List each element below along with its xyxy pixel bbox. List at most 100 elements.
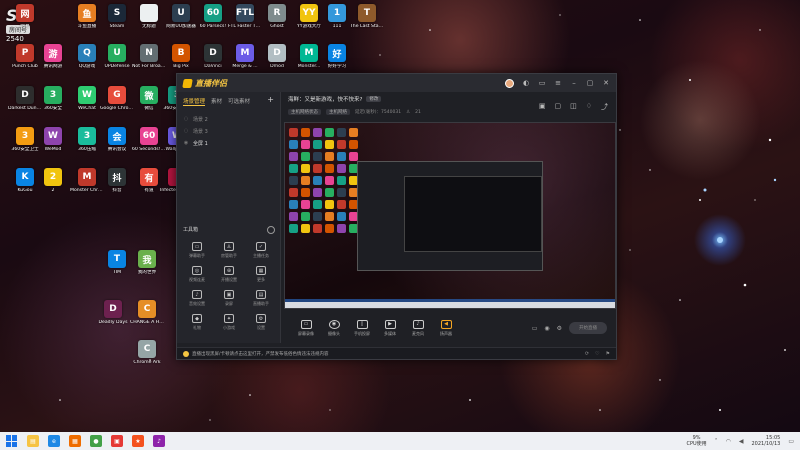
tab-materials[interactable]: 素材	[211, 97, 222, 106]
chrome-taskbar-icon[interactable]: ●	[90, 435, 102, 447]
sidebar-tabs: 场景管理 素材 可选素材 +	[177, 92, 280, 111]
app-3-taskbar-icon[interactable]: ▦	[69, 435, 81, 447]
eye-icon[interactable]: ◉	[183, 140, 189, 146]
desktop-icon[interactable]: 会腾讯会议	[100, 127, 134, 167]
close-button[interactable]: ✕	[602, 79, 610, 87]
toolbox-item[interactable]: ♙ 房管助手	[213, 242, 245, 259]
app-6-taskbar-icon[interactable]: ★	[132, 435, 144, 447]
start-button[interactable]	[6, 435, 18, 447]
desktop-icon[interactable]: N Not For Broad...	[132, 44, 166, 84]
phone-cast-button[interactable]: ▯ 手机投屏	[348, 319, 376, 337]
edge-taskbar-icon[interactable]: e	[48, 435, 60, 447]
toolbox-item[interactable]: ◆ 礼物	[181, 314, 213, 331]
eye-toggle-icon[interactable]: ◉	[544, 325, 549, 332]
toolbox-item[interactable]: ▭ 弹幕助手	[181, 242, 213, 259]
toolbox-settings-icon[interactable]	[267, 226, 275, 234]
desktop-icon[interactable]: 游腾讯网游	[36, 44, 70, 84]
preview-icon	[289, 140, 298, 149]
desktop-icon[interactable]: S Steam	[100, 4, 134, 44]
toolbox-item[interactable]: ▦ 更多	[245, 266, 277, 283]
desktop-icon[interactable]: 我我的世界	[130, 250, 164, 290]
toolbox-item[interactable]: ✦ 小游戏	[213, 314, 245, 331]
desktop-icon[interactable]: U UPDefense	[100, 44, 134, 84]
menu-icon[interactable]: ≡	[554, 79, 562, 87]
tab-scenes[interactable]: 场景管理	[183, 97, 206, 106]
desktop-icon[interactable]: W WeMod	[36, 127, 70, 167]
volume-icon[interactable]: ◀	[739, 438, 744, 445]
tab-optional-materials[interactable]: 可选素材	[228, 97, 250, 106]
desktop-icon[interactable]: 1 111	[320, 4, 354, 44]
toolbox-item[interactable]: ▤ 直播助手	[245, 290, 277, 307]
desktop-icon[interactable]: C Chrome Ark	[130, 340, 164, 380]
clock[interactable]: 15:05 2021/10/13	[752, 435, 781, 447]
desktop-icon[interactable]: W WeChat	[70, 86, 104, 126]
network-chip[interactable]: 主机网络	[326, 109, 350, 115]
notice-text[interactable]: 直播出现黑屏/卡顿请点击这里打开，严禁发布低俗色情违法违规内容	[192, 351, 329, 357]
user-avatar[interactable]	[505, 78, 514, 88]
network-status-chip[interactable]: 主机网络状态	[288, 109, 321, 115]
skin-icon[interactable]: ◐	[522, 79, 530, 87]
share-icon[interactable]: ⤴	[601, 102, 608, 112]
tool-icon: ▤	[256, 290, 266, 299]
toolbox-item[interactable]: ◎ 视频连麦	[181, 266, 213, 283]
cpu-monitor[interactable]: 9% CPU使用	[686, 435, 706, 447]
desktop-icon[interactable]: 3 360安全	[36, 86, 70, 126]
desktop-icon[interactable]: 鱼斗鱼直播	[70, 4, 104, 44]
media-button[interactable]: ▶ 多媒体	[376, 319, 404, 337]
speaker-button[interactable]: ◀ 扬声器	[432, 319, 460, 337]
network-icon[interactable]: ◠	[726, 438, 731, 445]
desktop-icon[interactable]: 无标题	[132, 4, 166, 44]
desktop-icon[interactable]: 3 360压缩	[70, 127, 104, 167]
edit-title-button[interactable]: 修改	[366, 96, 382, 102]
desktop-icon[interactable]: 60 60 Parsecs!	[196, 4, 230, 44]
scene-item[interactable]: ◌ 场景 3	[183, 125, 274, 137]
app-5-taskbar-icon[interactable]: ▣	[111, 435, 123, 447]
eye-icon[interactable]: ◌	[183, 116, 189, 122]
refresh-icon[interactable]: ⟳	[585, 351, 589, 357]
toolbox-item[interactable]: ▣ 录屏	[213, 290, 245, 307]
toolbox-item[interactable]: ✓ 主播任务	[245, 242, 277, 259]
desktop-icon-label: Steam	[109, 24, 125, 29]
gift-icon[interactable]: ♢	[586, 102, 592, 112]
chevron-up-icon[interactable]: ˄	[715, 438, 718, 445]
split-icon[interactable]: ◫	[570, 102, 577, 112]
notification-icon[interactable]: ▭	[788, 438, 794, 445]
message-icon[interactable]: ▭	[538, 79, 546, 87]
settings-icon[interactable]: ⚙	[557, 325, 562, 332]
screen-capture-button[interactable]: ▭ 屏幕录像	[292, 319, 320, 337]
camera-icon[interactable]: ▭	[532, 325, 538, 332]
screenshot-icon[interactable]: ▣	[539, 102, 546, 112]
eye-icon[interactable]: ◌	[183, 128, 189, 134]
desktop-icon[interactable]: 网网易	[8, 4, 42, 44]
scene-item[interactable]: ◉ 全屏 1	[183, 137, 274, 149]
toolbox-item[interactable]: ⊕ 开播设置	[213, 266, 245, 283]
desktop-icon[interactable]: C CHANGE A Homeless...	[130, 300, 164, 340]
toolbox-item[interactable]: ♪ 音效设置	[181, 290, 213, 307]
start-live-button[interactable]: 开始直播	[569, 322, 607, 334]
add-scene-icon[interactable]: +	[267, 96, 274, 106]
microphone-button[interactable]: ♪ 麦克风	[404, 319, 432, 337]
preview-icon	[337, 128, 346, 137]
layout-icon[interactable]: ▢	[554, 102, 561, 112]
desktop-icon[interactable]: FTL FTL Faster Than Light	[228, 4, 262, 44]
app-7-taskbar-icon[interactable]: ♪	[153, 435, 165, 447]
desktop-icon[interactable]: 22	[36, 168, 70, 208]
maximize-button[interactable]: ▢	[586, 79, 594, 87]
desktop-icon[interactable]: 抖抖音	[100, 168, 134, 208]
toolbox-item[interactable]: ⚙ 设置	[245, 314, 277, 331]
desktop-icon[interactable]: Q QQ游戏	[70, 44, 104, 84]
camera-button[interactable]: ◉ 摄像头	[320, 319, 348, 337]
desktop-icon[interactable]: M Monster Chronic	[70, 168, 104, 208]
desktop-icon[interactable]: T The Last Stand A...	[350, 4, 384, 44]
desktop-icon[interactable]: R Ghost	[260, 4, 294, 44]
desktop-icon[interactable]: U 网易UU加速器	[164, 4, 198, 44]
desktop-icon[interactable]: D Deadly Days	[96, 300, 130, 340]
file-explorer-taskbar-icon[interactable]: ▤	[27, 435, 39, 447]
desktop-icon[interactable]: G Google Chrome	[100, 86, 134, 126]
flag-icon[interactable]: ⚑	[606, 351, 610, 357]
heart-icon[interactable]: ♡	[595, 351, 599, 357]
minimize-button[interactable]: –	[570, 79, 578, 87]
scene-item[interactable]: ◌ 场景 2	[183, 113, 274, 125]
stream-preview[interactable]	[284, 122, 616, 309]
desktop-icon[interactable]: T TIM	[100, 250, 134, 290]
